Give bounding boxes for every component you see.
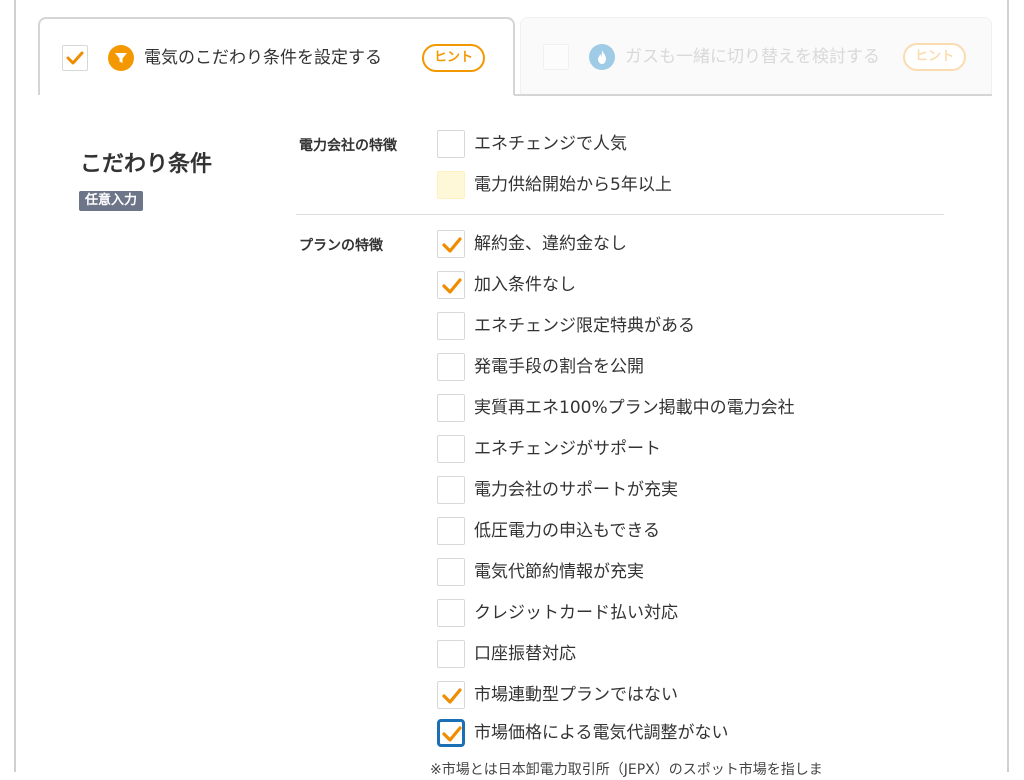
option-label: 実質再エネ100%プラン掲載中の電力会社 xyxy=(474,398,795,418)
optional-input-badge: 任意入力 xyxy=(79,191,144,211)
hint-button-disabled[interactable]: ヒント xyxy=(903,43,967,71)
tab-gas-conditions[interactable]: ガスも一緒に切り替えを検討する ヒント xyxy=(520,17,992,94)
option-label: 電力会社のサポートが充実 xyxy=(474,480,678,500)
group-label-plan: プランの特徴 xyxy=(299,238,383,254)
option-label: エネチェンジがサポート xyxy=(474,439,661,459)
panel-border-left xyxy=(14,0,16,772)
tab-electricity-label: 電気のこだわり条件を設定する xyxy=(144,48,382,68)
checkbox[interactable] xyxy=(437,171,465,199)
checkbox-checked-focused[interactable] xyxy=(437,719,465,747)
tab-electricity-checkbox[interactable] xyxy=(62,45,88,71)
filter-icon xyxy=(108,45,134,71)
option-label: 解約金、違約金なし xyxy=(474,234,627,254)
checkbox[interactable] xyxy=(437,476,465,504)
checkmark-icon xyxy=(442,688,462,704)
option-label: 発電手段の割合を公開 xyxy=(474,357,644,377)
group-divider xyxy=(296,214,944,215)
tab-electricity-conditions[interactable]: 電気のこだわり条件を設定する ヒント xyxy=(38,17,515,95)
hint-button[interactable]: ヒント xyxy=(422,44,486,72)
section-title: こだわり条件 xyxy=(80,152,213,177)
checkbox[interactable] xyxy=(437,435,465,463)
checkbox[interactable] xyxy=(437,312,465,340)
checkbox[interactable] xyxy=(437,640,465,668)
option-label: 電気代節約情報が充実 xyxy=(474,562,644,582)
tab-gas-label: ガスも一緒に切り替えを検討する xyxy=(625,47,880,67)
checkbox-checked[interactable] xyxy=(437,681,465,709)
option-label: エネチェンジで人気 xyxy=(474,134,627,154)
checkmark-icon xyxy=(442,726,462,742)
tab-gas-checkbox[interactable] xyxy=(543,44,569,70)
checkbox[interactable] xyxy=(437,599,465,627)
checkbox[interactable] xyxy=(437,130,465,158)
checkbox[interactable] xyxy=(437,558,465,586)
option-label: エネチェンジ限定特典がある xyxy=(474,316,695,336)
option-label: 市場連動型プランではない xyxy=(474,685,678,705)
option-label: 低圧電力の申込もできる xyxy=(474,521,660,541)
tab-bar-divider xyxy=(514,94,992,96)
footnote: ※市場とは日本卸電力取引所（JEPX）のスポット市場を指しま xyxy=(430,762,823,778)
group-label-company: 電力会社の特徴 xyxy=(299,138,397,154)
checkmark-icon xyxy=(442,278,462,294)
option-label: 電力供給開始から5年以上 xyxy=(474,175,672,195)
option-label: 加入条件なし xyxy=(474,275,576,295)
checkbox-checked[interactable] xyxy=(437,271,465,299)
checkbox[interactable] xyxy=(437,517,465,545)
flame-icon xyxy=(589,44,615,70)
checkbox-checked[interactable] xyxy=(437,230,465,258)
panel-border-right xyxy=(1007,0,1009,772)
option-label: 口座振替対応 xyxy=(474,644,576,664)
checkbox[interactable] xyxy=(437,394,465,422)
option-label: クレジットカード払い対応 xyxy=(474,603,678,623)
option-label: 市場価格による電気代調整がない xyxy=(474,723,729,743)
checkmark-icon xyxy=(66,51,84,65)
checkmark-icon xyxy=(442,237,462,253)
checkbox[interactable] xyxy=(437,353,465,381)
